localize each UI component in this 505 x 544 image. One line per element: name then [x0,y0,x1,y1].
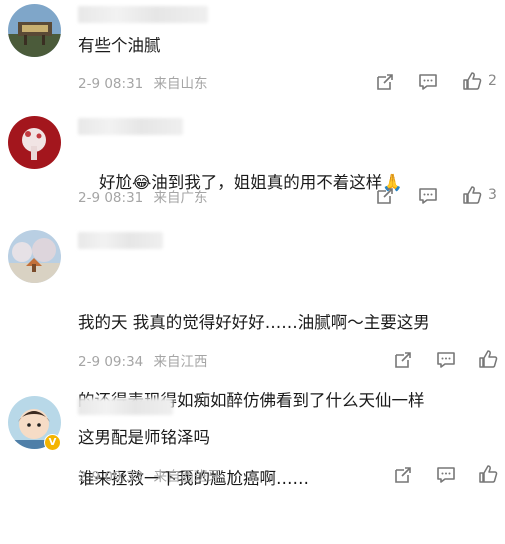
avatar[interactable] [8,230,61,283]
comment-meta: 2-9 08:31 来自山东 [78,72,214,92]
comment-text: 有些个油腻 [78,36,161,55]
avatar[interactable] [8,116,61,169]
repost-icon[interactable] [375,186,395,206]
like-icon[interactable] [462,71,482,91]
username-blurred[interactable] [78,118,183,135]
repost-icon[interactable] [393,465,413,485]
like-count: 3 [488,187,497,203]
comment-time: 2-9 09:34 [78,354,144,370]
username-blurred[interactable] [78,6,208,23]
comment-time: 2-9 09:33 [78,469,144,485]
comment-time: 2-9 08:31 [78,76,144,92]
like-icon[interactable] [478,349,498,369]
like-icon[interactable] [462,185,482,205]
comment-location: 来自广东 [153,190,208,206]
verified-badge-icon: V [44,434,61,451]
comment-icon[interactable] [436,465,456,485]
comment-location: 来自江西 [153,354,208,370]
comment-text: 好尬😂油到我了，姐姐真的用不着这样🙏 [78,145,498,220]
comment-location: 来自山东 [153,76,208,92]
avatar[interactable] [8,4,61,57]
repost-icon[interactable] [375,72,395,92]
comment-location: 来自西班牙 [153,469,222,485]
comment-time: 2-9 08:31 [78,190,144,206]
repost-icon[interactable] [393,350,413,370]
comment-icon[interactable] [418,186,438,206]
comment-text: 这男配是师铭泽吗 [78,428,210,447]
comment-icon[interactable] [418,72,438,92]
like-count: 2 [488,73,497,89]
comment-text-line: 我的天 我真的觉得好好好……油腻啊～主要这男 [78,313,430,332]
comment-meta: 2-9 09:33 来自西班牙 [78,465,227,485]
comment-meta: 2-9 08:31 来自广东 [78,186,214,206]
username-blurred[interactable] [78,398,173,415]
comment-icon[interactable] [436,350,456,370]
username-blurred[interactable] [78,232,163,249]
comment-meta: 2-9 09:34 来自江西 [78,350,214,370]
like-icon[interactable] [478,464,498,484]
